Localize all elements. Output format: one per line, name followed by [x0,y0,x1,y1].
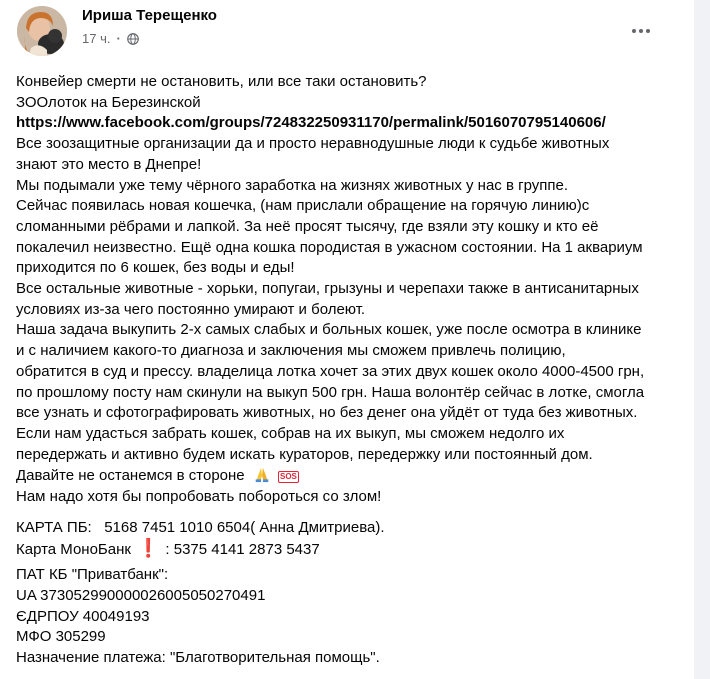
post-line: Все зоозащитные организации да и просто … [16,135,610,153]
card-mono-label: Карта МоноБанк [16,541,131,559]
post-timestamp[interactable]: 17 ч. [82,31,110,46]
card-pb-value: 5168 7451 1010 6504( Анна Дмитриева). [104,518,385,536]
post-line: покалечил неизвестно. Ещё одна кошка пор… [16,238,643,256]
post-line-with-emoji: Давайте не останемся в стороне SOS [16,465,684,487]
payment-purpose: Назначение платежа: "Благотворительная п… [16,648,380,666]
author-avatar[interactable] [17,6,67,56]
avatar-photo [17,6,67,56]
card-pb-line: КАРТА ПБ: 5168 7451 1010 6504( Анна Дмит… [16,518,684,539]
card-mono-value: : 5375 4141 2873 5437 [165,541,320,559]
post-line: приходится по 6 кошек, без воды и еды! [16,259,295,277]
post-line: обратится в суд и прессу. владелица лотк… [16,362,645,380]
post-line: передержать и активно будем искать курат… [16,445,593,463]
author-name[interactable]: Ириша Терещенко [82,7,217,24]
post-line: Мы подымали уже тему чёрного заработка н… [16,176,569,194]
post-line: Все остальные животные - хорьки, попугаи… [16,280,639,298]
meta-separator: · [116,31,121,46]
post-line: и с наличием какого-то диагноза и заключ… [16,342,566,360]
post-text: Конвейер смерти не остановить, или все т… [16,72,684,669]
iban: UA 373052990000026005050270491 [16,586,266,604]
sos-emoji-icon: SOS [277,471,299,484]
post-line: знают это место в Днепре! [16,155,202,173]
post-line: по прошлому посту нам скинули на выкуп 5… [16,383,645,401]
mfo: МФО 305299 [16,628,106,646]
post-line: ЗООлоток на Березинской [16,93,201,111]
facebook-post: Ириша Терещенко 17 ч. · Конвейер смерти … [0,0,694,679]
post-line: Наша задача выкупить 2-х самых слабых и … [16,321,642,339]
page-background [694,0,710,679]
exclamation-emoji-icon: ❗ [136,538,160,559]
post-meta: 17 ч. · [82,31,139,46]
post-link[interactable]: https://www.facebook.com/groups/72483225… [16,113,684,134]
folded-hands-emoji-icon [255,468,269,483]
post-line: Конвейер смерти не остановить, или все т… [16,73,427,90]
post-line: Сейчас появилась новая кошечка, (нам при… [16,197,590,215]
post-line: Нам надо хотя бы попробовать побороться … [16,488,382,506]
edrpou: ЄДРПОУ 40049193 [16,607,150,625]
post-line: Если нам удасться забрать кошек, собрав … [16,424,565,442]
bank-name: ПАТ КБ "Приватбанк": [16,566,169,584]
more-options-icon[interactable] [628,18,654,44]
post-line: сломанными рёбрами и лапкой. За неё прос… [16,217,599,235]
globe-icon[interactable] [126,32,139,45]
post-line: условиях из-за чего постоянно умирают и … [16,300,366,318]
card-pb-label: КАРТА ПБ: [16,518,92,536]
post-line-text: Давайте не останемся в стороне [16,467,245,485]
post-line: все узнать и сфотографировать животных, … [16,404,638,422]
card-mono-line: Карта МоноБанк ❗ : 5375 4141 2873 5437 [16,538,684,561]
